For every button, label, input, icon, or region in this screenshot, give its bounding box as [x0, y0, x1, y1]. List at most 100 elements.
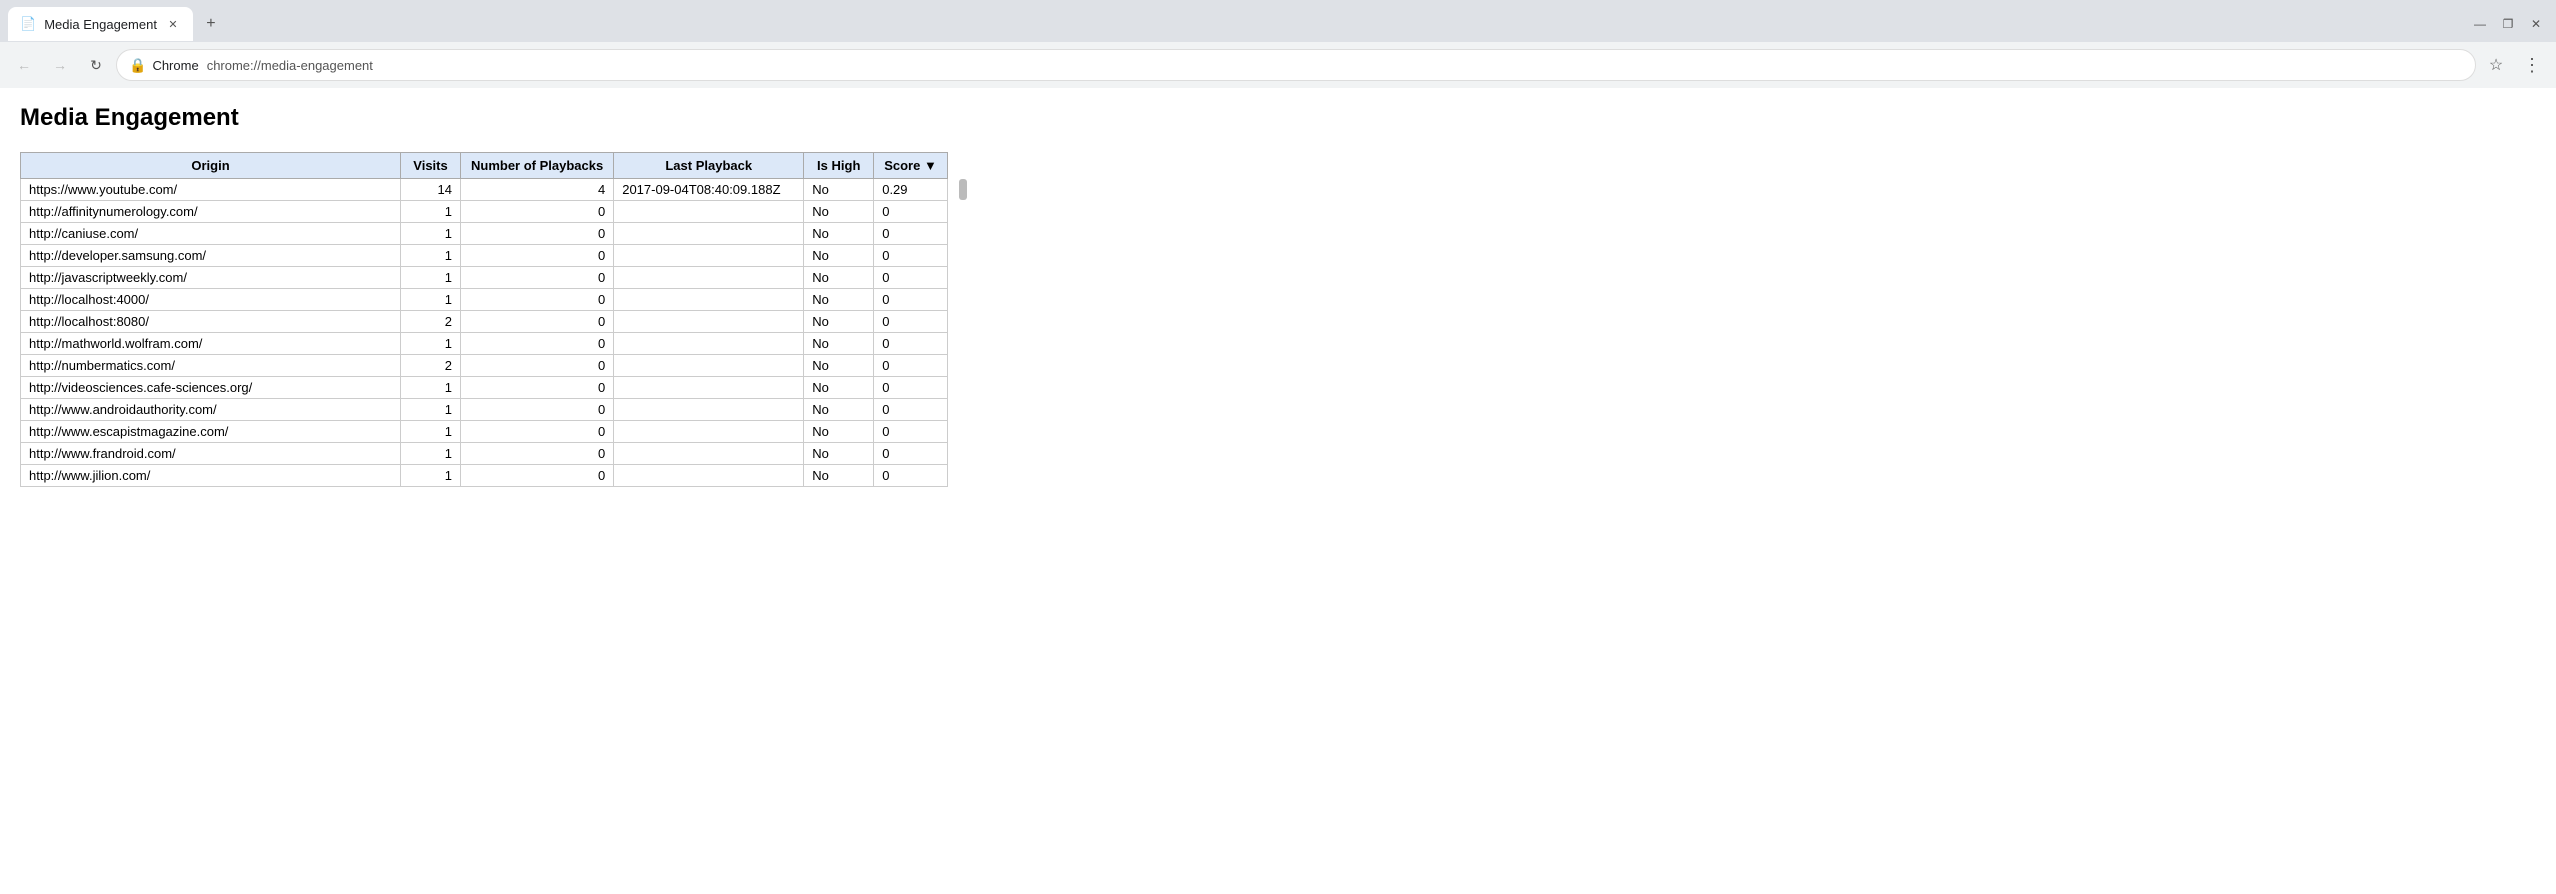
- cell-playbacks: 0: [461, 443, 614, 465]
- col-header-origin[interactable]: Origin: [21, 153, 401, 179]
- media-engagement-table: Origin Visits Number of Playbacks Last P…: [20, 152, 948, 487]
- cell-score: 0.29: [874, 179, 948, 201]
- col-header-score[interactable]: Score ▼: [874, 153, 948, 179]
- cell-last-playback: [614, 289, 804, 311]
- cell-visits: 1: [401, 201, 461, 223]
- tab-close-button[interactable]: ✕: [165, 16, 181, 32]
- table-row: http://videosciences.cafe-sciences.org/1…: [21, 377, 948, 399]
- cell-score: 0: [874, 223, 948, 245]
- cell-is-high: No: [804, 443, 874, 465]
- cell-origin: http://localhost:8080/: [21, 311, 401, 333]
- nav-bar: ← → ↻ 🔒 Chrome chrome://media-engagement…: [0, 42, 2556, 88]
- table-row: https://www.youtube.com/1442017-09-04T08…: [21, 179, 948, 201]
- cell-last-playback: [614, 267, 804, 289]
- table-row: http://www.frandroid.com/10No0: [21, 443, 948, 465]
- cell-origin: http://javascriptweekly.com/: [21, 267, 401, 289]
- col-header-last-playback[interactable]: Last Playback: [614, 153, 804, 179]
- restore-button[interactable]: ❐: [2496, 12, 2520, 36]
- cell-visits: 1: [401, 245, 461, 267]
- cell-last-playback: [614, 465, 804, 487]
- cell-visits: 1: [401, 421, 461, 443]
- scrollbar-indicator: [959, 179, 967, 200]
- cell-score: 0: [874, 289, 948, 311]
- back-button[interactable]: ←: [8, 49, 40, 81]
- cell-score: 0: [874, 399, 948, 421]
- cell-score: 0: [874, 245, 948, 267]
- cell-score: 0: [874, 421, 948, 443]
- cell-last-playback: [614, 355, 804, 377]
- cell-last-playback: [614, 311, 804, 333]
- cell-score: 0: [874, 311, 948, 333]
- cell-playbacks: 0: [461, 355, 614, 377]
- cell-visits: 1: [401, 289, 461, 311]
- address-bar-icon: 🔒: [129, 57, 146, 74]
- cell-playbacks: 0: [461, 399, 614, 421]
- cell-playbacks: 4: [461, 179, 614, 201]
- cell-last-playback: [614, 333, 804, 355]
- cell-playbacks: 0: [461, 223, 614, 245]
- forward-button[interactable]: →: [44, 49, 76, 81]
- bookmark-button[interactable]: ☆: [2480, 49, 2512, 81]
- cell-score: 0: [874, 355, 948, 377]
- browser-frame: 📄 Media Engagement ✕ + — ❐ ✕ ← → ↻ 🔒 Chr…: [0, 0, 2556, 88]
- cell-score: 0: [874, 377, 948, 399]
- table-row: http://localhost:8080/20No0: [21, 311, 948, 333]
- cell-score: 0: [874, 333, 948, 355]
- chrome-menu-button[interactable]: ⋮: [2516, 49, 2548, 81]
- address-url: chrome://media-engagement: [207, 58, 373, 73]
- tab-icon: 📄: [20, 16, 36, 32]
- col-header-visits[interactable]: Visits: [401, 153, 461, 179]
- cell-score: 0: [874, 267, 948, 289]
- address-label: Chrome: [152, 58, 198, 73]
- table-row: http://www.escapistmagazine.com/10No0: [21, 421, 948, 443]
- cell-last-playback: 2017-09-04T08:40:09.188Z: [614, 179, 804, 201]
- cell-score: 0: [874, 201, 948, 223]
- cell-origin: http://affinitynumerology.com/: [21, 201, 401, 223]
- page-content: Media Engagement Origin Visits Number of…: [0, 88, 2556, 503]
- cell-origin: http://www.jilion.com/: [21, 465, 401, 487]
- cell-visits: 1: [401, 333, 461, 355]
- cell-is-high: No: [804, 289, 874, 311]
- cell-playbacks: 0: [461, 289, 614, 311]
- cell-origin: http://developer.samsung.com/: [21, 245, 401, 267]
- cell-origin: http://mathworld.wolfram.com/: [21, 333, 401, 355]
- cell-score: 0: [874, 443, 948, 465]
- cell-playbacks: 0: [461, 377, 614, 399]
- cell-playbacks: 0: [461, 333, 614, 355]
- cell-is-high: No: [804, 465, 874, 487]
- table-row: http://affinitynumerology.com/10No0: [21, 201, 948, 223]
- cell-origin: https://www.youtube.com/: [21, 179, 401, 201]
- cell-origin: http://caniuse.com/: [21, 223, 401, 245]
- cell-visits: 2: [401, 311, 461, 333]
- table-row: http://www.androidauthority.com/10No0: [21, 399, 948, 421]
- cell-is-high: No: [804, 201, 874, 223]
- address-bar[interactable]: 🔒 Chrome chrome://media-engagement: [116, 49, 2476, 81]
- active-tab[interactable]: 📄 Media Engagement ✕: [8, 7, 193, 41]
- cell-playbacks: 0: [461, 465, 614, 487]
- cell-is-high: No: [804, 399, 874, 421]
- minimize-button[interactable]: —: [2468, 12, 2492, 36]
- col-header-playbacks[interactable]: Number of Playbacks: [461, 153, 614, 179]
- window-controls: — ❐ ✕: [2468, 12, 2548, 36]
- cell-origin: http://www.frandroid.com/: [21, 443, 401, 465]
- new-tab-button[interactable]: +: [197, 10, 225, 38]
- cell-is-high: No: [804, 355, 874, 377]
- cell-score: 0: [874, 465, 948, 487]
- cell-visits: 14: [401, 179, 461, 201]
- cell-visits: 1: [401, 443, 461, 465]
- reload-button[interactable]: ↻: [80, 49, 112, 81]
- cell-last-playback: [614, 399, 804, 421]
- cell-playbacks: 0: [461, 421, 614, 443]
- cell-playbacks: 0: [461, 311, 614, 333]
- cell-origin: http://numbermatics.com/: [21, 355, 401, 377]
- table-row: http://caniuse.com/10No0: [21, 223, 948, 245]
- close-button[interactable]: ✕: [2524, 12, 2548, 36]
- table-row: http://mathworld.wolfram.com/10No0: [21, 333, 948, 355]
- cell-is-high: No: [804, 245, 874, 267]
- col-header-is-high[interactable]: Is High: [804, 153, 874, 179]
- table-row: http://www.jilion.com/10No0: [21, 465, 948, 487]
- cell-last-playback: [614, 245, 804, 267]
- table-header-row: Origin Visits Number of Playbacks Last P…: [21, 153, 948, 179]
- cell-is-high: No: [804, 333, 874, 355]
- cell-playbacks: 0: [461, 267, 614, 289]
